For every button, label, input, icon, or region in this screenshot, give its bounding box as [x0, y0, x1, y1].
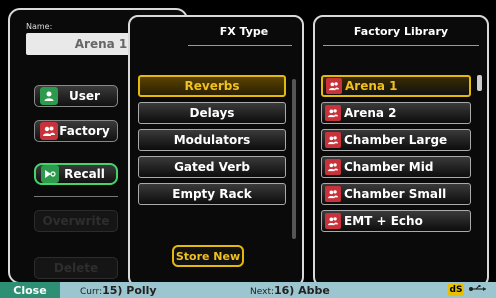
library-scrollbar[interactable] — [477, 75, 482, 91]
title-underline — [188, 45, 292, 46]
status-bar: Close Curr:15) Polly Next:16) Abbe dS — [0, 282, 496, 298]
library-item-label: EMT + Echo — [344, 214, 423, 228]
factory-library-title: Factory Library — [353, 25, 449, 38]
factory-button-label: Factory — [59, 124, 110, 138]
library-item-label: Arena 2 — [344, 106, 397, 120]
library-item-label: Arena 1 — [345, 79, 398, 93]
name-label: Name: — [26, 22, 53, 31]
fx-type-item-delays[interactable]: Delays — [138, 102, 286, 124]
library-item[interactable]: EMT + Echo — [321, 210, 471, 232]
factory-preset-icon — [325, 213, 341, 229]
user-button[interactable]: User — [34, 85, 118, 107]
library-list: Arena 1 Arena 2 Chamber Large Chamber Mi… — [321, 75, 471, 237]
factory-users-icon — [40, 122, 58, 140]
delete-button[interactable]: Delete — [34, 257, 118, 279]
fx-type-panel: FX Type Reverbs Delays Modulators Gated … — [128, 15, 304, 287]
current-scene-value: 15) Polly — [102, 283, 157, 297]
delete-button-label: Delete — [53, 261, 99, 275]
factory-preset-icon — [325, 159, 341, 175]
current-scene: Curr:15) Polly — [80, 284, 157, 297]
library-item-label: Chamber Mid — [344, 160, 434, 174]
next-scene-label: Next: — [250, 286, 274, 297]
divider — [34, 196, 118, 197]
close-button[interactable]: Close — [0, 282, 60, 298]
library-item[interactable]: Chamber Large — [321, 129, 471, 151]
factory-preset-icon — [325, 132, 341, 148]
title-underline — [323, 45, 479, 46]
fx-type-title: FX Type — [219, 25, 269, 38]
library-item[interactable]: Arena 2 — [321, 102, 471, 124]
factory-button[interactable]: Factory — [34, 120, 118, 142]
factory-preset-icon — [325, 186, 341, 202]
fx-type-item-reverbs[interactable]: Reverbs — [138, 75, 286, 97]
fx-type-item-gated-verb[interactable]: Gated Verb — [138, 156, 286, 178]
fx-type-list: Reverbs Delays Modulators Gated Verb Emp… — [138, 75, 286, 210]
user-icon — [40, 87, 58, 105]
factory-library-panel: Factory Library Arena 1 Arena 2 Chamber … — [313, 15, 489, 287]
ds-badge: dS — [448, 284, 464, 296]
next-scene: Next:16) Abbe — [250, 284, 330, 297]
overwrite-button[interactable]: Overwrite — [34, 210, 118, 232]
overwrite-button-label: Overwrite — [42, 214, 110, 228]
usb-icon — [468, 284, 488, 297]
library-item[interactable]: Chamber Mid — [321, 156, 471, 178]
fx-library-screen: Name: Arena 1 User Factory Recall Overwr… — [0, 0, 496, 298]
current-scene-label: Curr: — [80, 286, 103, 297]
factory-preset-icon — [325, 105, 341, 121]
library-item-label: Chamber Small — [344, 187, 447, 201]
library-item[interactable]: Chamber Small — [321, 183, 471, 205]
user-button-label: User — [69, 89, 100, 103]
fx-type-scrollbar[interactable] — [292, 79, 296, 239]
recall-icon — [41, 165, 59, 183]
library-item-label: Chamber Large — [344, 133, 448, 147]
recall-button-label: Recall — [64, 167, 105, 181]
next-scene-value: 16) Abbe — [274, 283, 330, 297]
fx-type-item-modulators[interactable]: Modulators — [138, 129, 286, 151]
recall-button[interactable]: Recall — [34, 163, 118, 185]
store-new-button[interactable]: Store New — [172, 245, 244, 267]
factory-preset-icon — [326, 78, 342, 94]
library-item[interactable]: Arena 1 — [321, 75, 471, 97]
fx-type-item-empty-rack[interactable]: Empty Rack — [138, 183, 286, 205]
